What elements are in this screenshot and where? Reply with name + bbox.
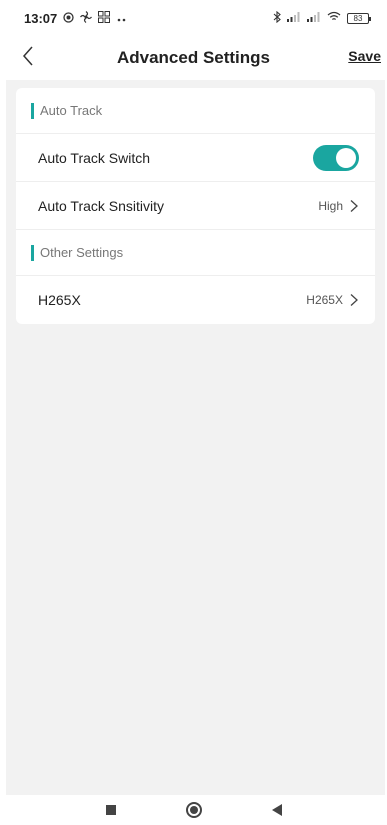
settings-card: Auto Track Auto Track Switch Auto Track … <box>16 88 375 324</box>
signal-icon <box>287 11 301 25</box>
battery-icon: 83 <box>347 12 371 24</box>
section-accent-bar <box>31 244 34 261</box>
auto-track-toggle[interactable] <box>313 144 359 171</box>
home-icon[interactable] <box>185 802 202 818</box>
h265x-row[interactable]: H265X H265X <box>16 276 375 324</box>
screen: 13:07 83 Advanced Settings Save Auto Tra… <box>0 0 387 825</box>
chevron-right-icon <box>349 293 359 307</box>
row-label: H265X <box>38 292 81 308</box>
home-icon-inner <box>189 806 198 814</box>
location-icon <box>63 11 74 26</box>
section-header-other-settings: Other Settings <box>16 230 375 276</box>
wifi-icon <box>327 11 341 25</box>
save-button[interactable]: Save <box>348 48 381 64</box>
recent-apps-icon[interactable] <box>105 805 116 815</box>
back-triangle-icon[interactable] <box>271 804 282 816</box>
row-right: High <box>318 199 359 213</box>
more-dots-icon <box>116 11 128 26</box>
section-label: Other Settings <box>40 245 124 260</box>
status-bar: 13:07 83 <box>0 0 387 36</box>
system-nav-bar <box>0 795 387 825</box>
row-label: Auto Track Snsitivity <box>38 197 165 214</box>
fan-icon <box>80 10 93 26</box>
settings-content: Auto Track Auto Track Switch Auto Track … <box>6 80 385 795</box>
h265x-value: H265X <box>306 293 343 307</box>
row-right: H265X <box>306 293 359 307</box>
row-label: Auto Track Switch <box>38 149 151 166</box>
nav-bar: Advanced Settings Save <box>0 36 387 80</box>
grid-icon <box>98 10 111 26</box>
chevron-right-icon <box>349 199 359 213</box>
status-right: 83 <box>273 10 371 26</box>
auto-track-switch-row: Auto Track Switch <box>16 134 375 182</box>
section-label: Auto Track <box>40 103 103 118</box>
back-button[interactable] <box>14 44 42 72</box>
sensitivity-value: High <box>318 198 343 213</box>
status-time: 13:07 <box>24 10 58 26</box>
section-accent-bar <box>31 102 34 119</box>
signal-icon-2 <box>307 11 321 25</box>
section-header-auto-track: Auto Track <box>16 88 375 134</box>
toggle-knob <box>336 147 356 168</box>
status-left: 13:07 <box>24 10 128 26</box>
bluetooth-icon <box>273 10 281 26</box>
auto-track-sensitivity-row[interactable]: Auto Track Snsitivity High <box>16 182 375 230</box>
chevron-left-icon <box>22 46 34 71</box>
page-title: Advanced Settings <box>116 48 271 67</box>
